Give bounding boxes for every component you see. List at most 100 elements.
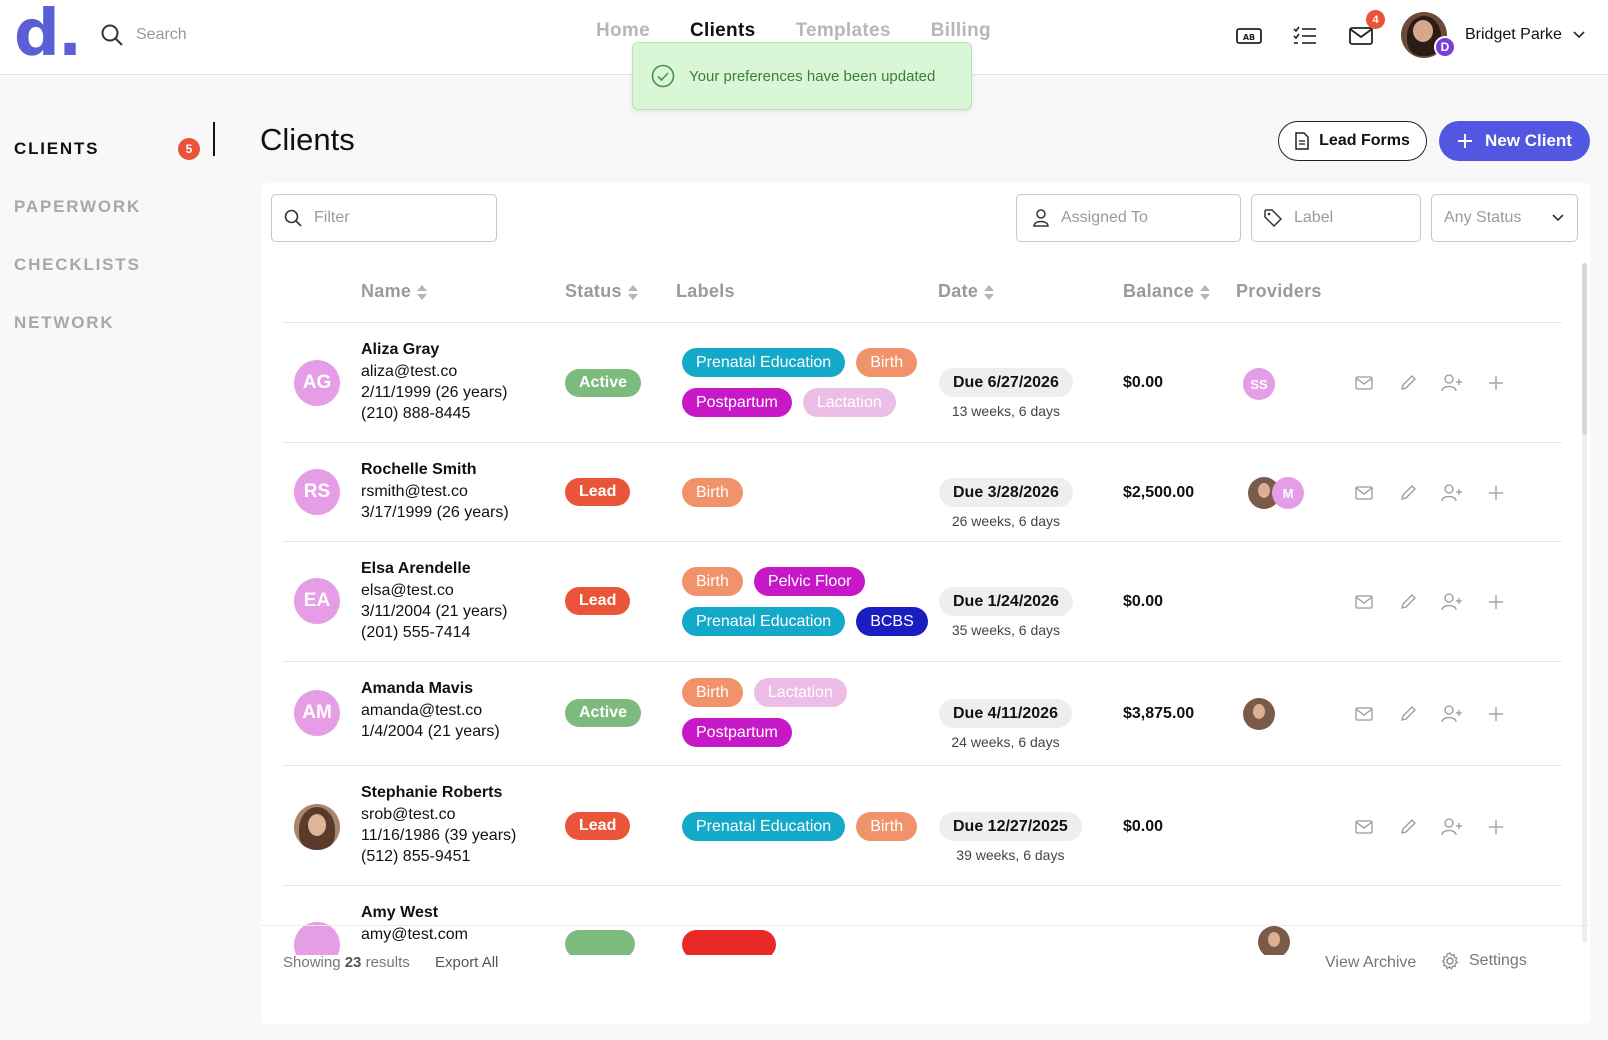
- lead-forms-button[interactable]: Lead Forms: [1278, 121, 1427, 161]
- provider-avatar[interactable]: SS: [1243, 368, 1275, 400]
- client-name[interactable]: Stephanie Roberts: [361, 782, 516, 804]
- settings-link[interactable]: Settings: [1441, 952, 1527, 970]
- client-info: Rochelle Smith rsmith@test.co 3/17/1999 …: [361, 459, 509, 523]
- column-name[interactable]: Name: [361, 281, 428, 302]
- label-list: Birth Pelvic Floor Prenatal Education BC…: [682, 567, 932, 636]
- nav-home[interactable]: Home: [596, 20, 650, 42]
- client-name[interactable]: Amanda Mavis: [361, 678, 500, 700]
- logo[interactable]: d.: [14, 2, 82, 66]
- mail-icon: [1355, 595, 1373, 609]
- label-tag[interactable]: Postpartum: [682, 388, 792, 417]
- label-tag[interactable]: BCBS: [856, 607, 928, 636]
- toast-message: Your preferences have been updated: [689, 67, 936, 85]
- checklist-button[interactable]: [1291, 22, 1319, 50]
- mail-icon: [1349, 27, 1373, 45]
- email-button[interactable]: [1352, 702, 1376, 726]
- email-button[interactable]: [1352, 371, 1376, 395]
- view-archive-link[interactable]: View Archive: [1325, 954, 1416, 972]
- email-button[interactable]: [1352, 815, 1376, 839]
- assign-button[interactable]: [1440, 371, 1464, 395]
- label-tag[interactable]: Prenatal Education: [682, 607, 846, 636]
- table-row[interactable]: AM Amanda Mavis amanda@test.co 1/4/2004 …: [282, 662, 1562, 766]
- label-tag[interactable]: Prenatal Education: [682, 348, 846, 377]
- status-badge: Lead: [565, 812, 631, 840]
- table-row[interactable]: Stephanie Roberts srob@test.co 11/16/198…: [282, 766, 1562, 886]
- edit-button[interactable]: [1396, 815, 1420, 839]
- nav-billing[interactable]: Billing: [931, 20, 991, 42]
- client-dob: 3/17/1999 (26 years): [361, 504, 509, 521]
- email-button[interactable]: [1352, 590, 1376, 614]
- label-tag[interactable]: Birth: [856, 812, 918, 841]
- sidebar-active-indicator: [213, 122, 215, 156]
- label-tag[interactable]: Prenatal Education: [682, 812, 846, 841]
- export-all-link[interactable]: Export All: [435, 954, 498, 971]
- label-tag[interactable]: Lactation: [802, 388, 896, 417]
- client-dob: 3/11/2004 (21 years): [361, 603, 508, 620]
- edit-button[interactable]: [1396, 371, 1420, 395]
- column-date[interactable]: Date: [938, 281, 995, 302]
- sidebar-item-paperwork[interactable]: PAPERWORK: [14, 178, 214, 236]
- mail-icon: [1355, 376, 1373, 390]
- provider-avatar[interactable]: M: [1272, 477, 1304, 509]
- nav-templates[interactable]: Templates: [795, 20, 890, 42]
- search-placeholder[interactable]: Search: [136, 26, 187, 44]
- sidebar-item-label: PAPERWORK: [14, 197, 142, 216]
- filter-input[interactable]: Filter: [271, 194, 497, 242]
- search-box[interactable]: Search: [100, 20, 187, 50]
- label-tag[interactable]: Birth: [682, 567, 743, 596]
- column-status[interactable]: Status: [565, 281, 638, 302]
- scrollbar-thumb[interactable]: [1582, 263, 1587, 435]
- translate-button[interactable]: AB: [1235, 22, 1263, 50]
- status-select[interactable]: Any Status: [1431, 194, 1578, 242]
- label-tag[interactable]: Lactation: [753, 678, 847, 707]
- client-name[interactable]: Aliza Gray: [361, 339, 507, 361]
- label-tag[interactable]: Pelvic Floor: [753, 567, 866, 596]
- add-button[interactable]: [1484, 481, 1508, 505]
- user-name: Bridget Parke: [1465, 26, 1562, 43]
- label-tag[interactable]: Birth: [682, 678, 743, 707]
- due-date: Due 1/24/2026 35 weeks, 6 days: [939, 587, 1073, 638]
- workspace-badge: D: [1434, 36, 1456, 58]
- inbox-button[interactable]: 4: [1347, 10, 1385, 50]
- provider-avatar[interactable]: [1243, 698, 1275, 730]
- assign-button[interactable]: [1440, 481, 1464, 505]
- scrollbar[interactable]: [1582, 263, 1587, 943]
- edit-button[interactable]: [1396, 702, 1420, 726]
- new-client-button[interactable]: New Client: [1439, 121, 1590, 161]
- plus-icon: [1489, 820, 1503, 834]
- user-plus-icon: [1441, 818, 1462, 836]
- table-row[interactable]: AG Aliza Gray aliza@test.co 2/11/1999 (2…: [282, 323, 1562, 443]
- add-button[interactable]: [1484, 371, 1508, 395]
- client-info: Amanda Mavis amanda@test.co 1/4/2004 (21…: [361, 678, 500, 742]
- sort-icon: [1200, 283, 1211, 301]
- email-button[interactable]: [1352, 481, 1376, 505]
- table-row[interactable]: RS Rochelle Smith rsmith@test.co 3/17/19…: [282, 443, 1562, 542]
- assign-button[interactable]: [1440, 590, 1464, 614]
- label-tag[interactable]: Birth: [856, 348, 918, 377]
- table-row[interactable]: EA Elsa Arendelle elsa@test.co 3/11/2004…: [282, 542, 1562, 662]
- user-menu[interactable]: D Bridget Parke: [1401, 12, 1586, 58]
- label-tag[interactable]: Birth: [682, 478, 743, 507]
- edit-button[interactable]: [1396, 481, 1420, 505]
- column-balance[interactable]: Balance: [1123, 281, 1211, 302]
- sidebar-item-clients[interactable]: CLIENTS 5: [14, 120, 214, 178]
- sidebar-item-network[interactable]: NETWORK: [14, 294, 214, 352]
- add-button[interactable]: [1484, 590, 1508, 614]
- edit-button[interactable]: [1396, 590, 1420, 614]
- client-name[interactable]: Elsa Arendelle: [361, 558, 507, 580]
- label-tag[interactable]: Postpartum: [682, 718, 792, 747]
- add-button[interactable]: [1484, 702, 1508, 726]
- assigned-to-filter[interactable]: Assigned To: [1016, 194, 1241, 242]
- clients-card: Filter Assigned To Label Any Status Name…: [261, 183, 1590, 1024]
- client-name[interactable]: Rochelle Smith: [361, 459, 509, 481]
- sidebar-item-checklists[interactable]: CHECKLISTS: [14, 236, 214, 294]
- toast-notification: Your preferences have been updated: [632, 42, 972, 110]
- nav-clients[interactable]: Clients: [690, 20, 755, 42]
- gear-icon: [1441, 952, 1459, 970]
- add-button[interactable]: [1484, 815, 1508, 839]
- label-filter[interactable]: Label: [1251, 194, 1421, 242]
- assign-button[interactable]: [1440, 702, 1464, 726]
- client-info: Aliza Gray aliza@test.co 2/11/1999 (26 y…: [361, 339, 507, 424]
- assign-button[interactable]: [1440, 815, 1464, 839]
- client-name[interactable]: Amy West: [361, 902, 468, 924]
